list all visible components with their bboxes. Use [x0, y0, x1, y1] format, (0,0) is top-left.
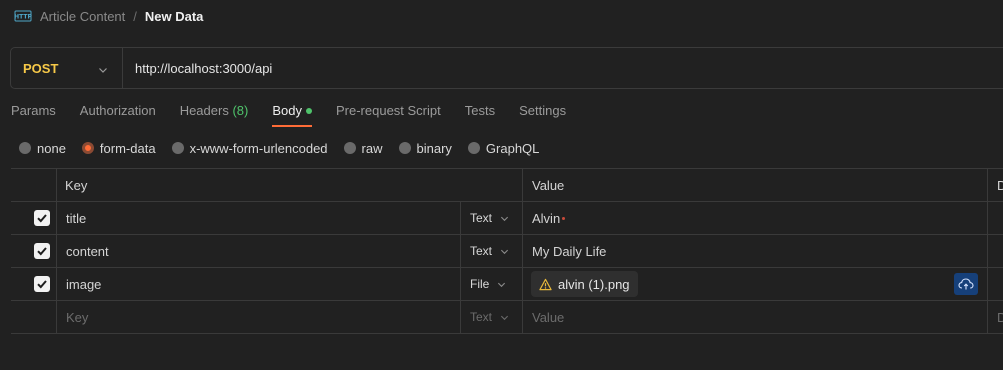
chevron-down-icon	[500, 216, 509, 221]
value-cell[interactable]: alvin (1).png	[531, 268, 638, 300]
breadcrumb-current[interactable]: New Data	[145, 9, 204, 24]
header-value: Value	[532, 177, 565, 193]
radio-circle-icon	[171, 142, 184, 154]
cloud-upload-icon	[958, 278, 974, 290]
tab-label: Authorization	[79, 103, 156, 118]
type-select[interactable]: Text	[470, 301, 509, 333]
table-header-row: Key Value D	[11, 169, 1003, 202]
chevron-down-icon	[98, 63, 108, 73]
type-label: Text	[470, 310, 493, 324]
tab-label: Body	[272, 103, 302, 118]
row-checkbox[interactable]	[34, 268, 50, 300]
file-chip[interactable]: alvin (1).png	[531, 271, 638, 297]
svg-text:HTTP: HTTP	[14, 14, 32, 21]
cursor-marker-icon	[562, 216, 566, 220]
value-input[interactable]: Value	[532, 301, 564, 333]
checkbox-checked-icon	[34, 243, 50, 259]
radio-label: raw	[361, 140, 383, 156]
form-data-table: Key Value D title Text Alvin content Tex…	[11, 168, 1003, 334]
request-tabs: Params Authorization Headers (8) Body Pr…	[11, 101, 566, 127]
radio-none[interactable]: none	[19, 141, 66, 156]
type-divider	[460, 268, 461, 300]
checkbox-checked-icon	[34, 210, 50, 226]
tab-params[interactable]: Params	[11, 101, 56, 127]
key-cell[interactable]: image	[66, 268, 101, 300]
type-select[interactable]: File	[470, 268, 506, 300]
method-dropdown[interactable]: POST	[11, 48, 123, 88]
radio-graphql[interactable]: GraphQL	[467, 140, 540, 156]
header-key: Key	[65, 177, 88, 193]
file-name: alvin (1).png	[558, 276, 630, 292]
checkbox-checked-icon	[34, 276, 50, 292]
radio-circle-icon	[343, 142, 356, 154]
type-divider	[460, 235, 461, 267]
tab-tests[interactable]: Tests	[465, 101, 495, 127]
body-type-options: none form-data x-www-form-urlencoded raw…	[19, 139, 539, 157]
description-input[interactable]: D	[997, 301, 1003, 333]
table-row-empty: Key Text Value D	[11, 301, 1003, 334]
row-checkbox[interactable]	[34, 235, 50, 267]
type-divider	[460, 301, 461, 333]
type-divider	[460, 202, 461, 234]
tab-pre-request-script[interactable]: Pre-request Script	[336, 101, 441, 127]
radio-circle-icon	[398, 142, 411, 154]
radio-binary[interactable]: binary	[398, 140, 452, 156]
upload-cloud-button[interactable]	[954, 273, 978, 295]
tab-label: Settings	[519, 103, 567, 118]
chevron-down-icon	[500, 315, 509, 320]
type-select[interactable]: Text	[470, 202, 509, 234]
chevron-down-icon	[500, 249, 509, 254]
active-dot-icon	[305, 107, 312, 114]
radio-label: x-www-form-urlencoded	[189, 140, 328, 156]
header-description: D	[997, 177, 1003, 193]
radio-raw[interactable]: raw	[343, 140, 383, 156]
chevron-down-icon	[498, 282, 506, 287]
tab-label: Params	[11, 103, 56, 118]
table-row: title Text Alvin	[11, 202, 1003, 235]
table-row: image File alvin (1).png	[11, 268, 1003, 301]
method-label: POST	[23, 60, 59, 76]
tab-body[interactable]: Body	[272, 101, 312, 127]
request-bar: POST http://localhost:3000/api	[10, 47, 1003, 89]
value-cell[interactable]: Alvin	[532, 202, 566, 234]
type-label: File	[470, 277, 490, 291]
key-input[interactable]: Key	[66, 301, 88, 333]
warning-icon	[539, 278, 552, 290]
value-cell[interactable]: My Daily Life	[532, 235, 606, 267]
tab-label: Tests	[464, 103, 496, 118]
http-icon: HTTP	[14, 7, 32, 25]
tab-authorization[interactable]: Authorization	[80, 101, 156, 127]
key-cell[interactable]: title	[66, 202, 86, 234]
radio-label: GraphQL	[485, 140, 540, 156]
breadcrumb: HTTP Article Content / New Data	[14, 6, 203, 26]
key-cell[interactable]: content	[66, 235, 109, 267]
radio-circle-icon	[467, 142, 480, 154]
type-label: Text	[470, 244, 493, 258]
radio-x-www-form-urlencoded[interactable]: x-www-form-urlencoded	[171, 140, 328, 156]
value-text: Alvin	[532, 210, 561, 226]
radio-label: binary	[416, 140, 452, 156]
type-label: Text	[470, 211, 493, 225]
tab-settings[interactable]: Settings	[519, 101, 566, 127]
table-row: content Text My Daily Life	[11, 235, 1003, 268]
url-input[interactable]: http://localhost:3000/api	[123, 48, 1003, 88]
radio-circle-icon	[19, 142, 31, 154]
breadcrumb-parent[interactable]: Article Content	[40, 9, 125, 24]
radio-label: none	[37, 140, 66, 156]
headers-count-badge: (8)	[232, 103, 249, 118]
tab-label: Headers	[179, 103, 229, 118]
radio-circle-selected-icon	[81, 142, 94, 154]
radio-form-data[interactable]: form-data	[81, 140, 156, 156]
tab-label: Pre-request Script	[335, 103, 441, 118]
tab-headers[interactable]: Headers (8)	[180, 101, 249, 127]
breadcrumb-separator: /	[133, 8, 137, 24]
type-select[interactable]: Text	[470, 235, 509, 267]
radio-label: form-data	[99, 140, 156, 156]
row-checkbox[interactable]	[34, 202, 50, 234]
